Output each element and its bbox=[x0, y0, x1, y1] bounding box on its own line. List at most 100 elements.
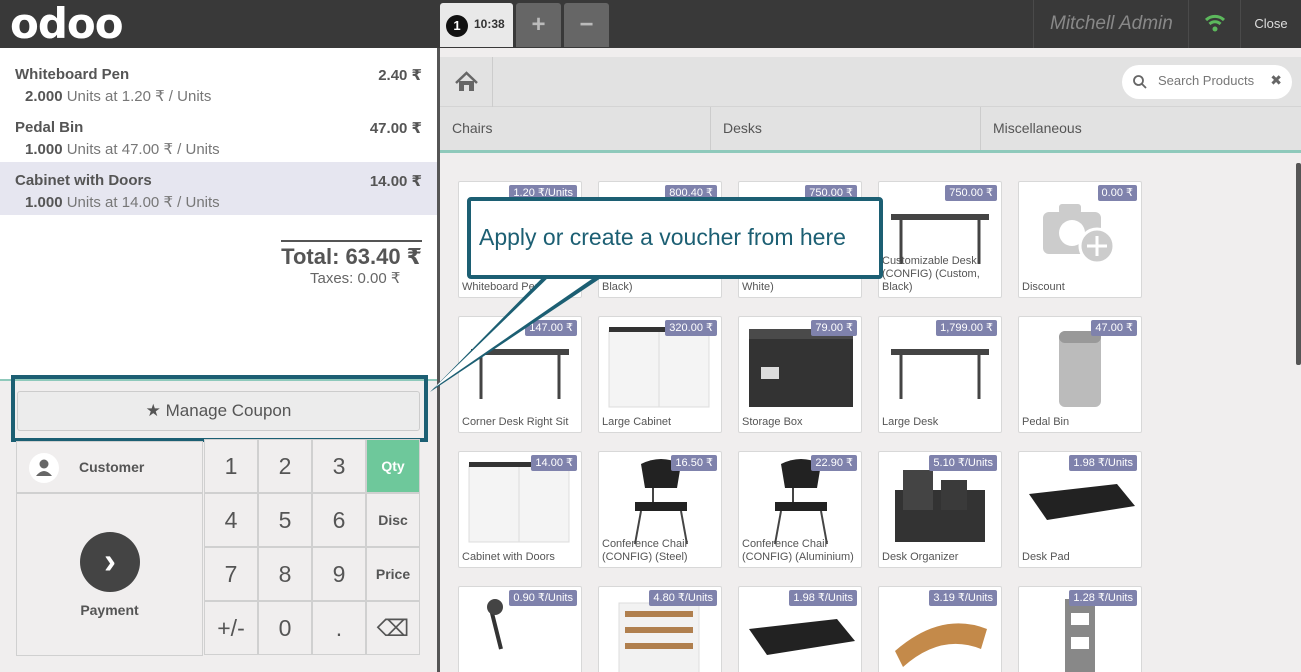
product-price: 1.98 ₹/Units bbox=[789, 590, 857, 606]
order-line-info: 1.000 Units at 47.00 ₹ / Units bbox=[25, 141, 220, 158]
clear-search-icon[interactable]: ✖ bbox=[1270, 72, 1282, 89]
add-order-button[interactable]: + bbox=[516, 3, 561, 47]
product-card[interactable]: 0.00 ₹ Discount bbox=[1018, 181, 1142, 298]
product-price: 0.90 ₹/Units bbox=[509, 590, 577, 606]
product-price: 14.00 ₹ bbox=[531, 455, 577, 471]
order-line-name: Pedal Bin bbox=[15, 119, 84, 136]
product-card[interactable]: 1,799.00 ₹ Large Desk bbox=[878, 316, 1002, 433]
key-4[interactable]: 4 bbox=[204, 493, 258, 547]
product-price: 0.00 ₹ bbox=[1097, 185, 1137, 201]
order-total: Total: 63.40 ₹ bbox=[281, 240, 422, 270]
chevron-right-icon: › bbox=[80, 532, 140, 592]
customer-button[interactable]: Customer bbox=[16, 441, 203, 493]
product-name: Large Desk bbox=[882, 416, 939, 428]
user-icon bbox=[29, 453, 59, 483]
product-name: Desk Organizer bbox=[882, 551, 959, 563]
product-card[interactable]: 79.00 ₹ Storage Box bbox=[738, 316, 862, 433]
key-plus-minus[interactable]: +/- bbox=[204, 601, 258, 655]
product-name: Discount bbox=[1022, 281, 1065, 293]
product-price: 147.00 ₹ bbox=[525, 320, 577, 336]
remove-order-button[interactable]: − bbox=[564, 3, 609, 47]
order-taxes: Taxes: 0.00 ₹ bbox=[310, 270, 401, 287]
product-price: 4.80 ₹/Units bbox=[649, 590, 717, 606]
product-price: 5.10 ₹/Units bbox=[929, 455, 997, 471]
wifi-icon bbox=[1188, 0, 1240, 48]
order-line-info: 1.000 Units at 14.00 ₹ / Units bbox=[25, 194, 220, 211]
key-8[interactable]: 8 bbox=[258, 547, 312, 601]
category-chairs[interactable]: Chairs bbox=[440, 107, 711, 150]
scrollbar[interactable] bbox=[1296, 163, 1301, 365]
order-time: 10:38 bbox=[474, 17, 505, 31]
product-card[interactable]: 147.00 ₹ Corner Desk Right Sit bbox=[458, 316, 582, 433]
product-name: Storage Box bbox=[742, 416, 803, 428]
product-card[interactable]: 16.50 ₹ Conference Chair (CONFIG) (Steel) bbox=[598, 451, 722, 568]
order-line-selected[interactable]: Cabinet with Doors 14.00 ₹ 1.000 Units a… bbox=[0, 162, 437, 215]
product-card[interactable]: 1.28 ₹/Units bbox=[1018, 586, 1142, 672]
search-input[interactable] bbox=[1158, 73, 1268, 88]
category-miscellaneous[interactable]: Miscellaneous bbox=[981, 107, 1301, 150]
user-name[interactable]: Mitchell Admin bbox=[1033, 0, 1188, 48]
product-card[interactable]: 1.98 ₹/Units bbox=[738, 586, 862, 672]
payment-label: Payment bbox=[80, 602, 139, 618]
product-card[interactable]: 5.10 ₹/Units Desk Organizer bbox=[878, 451, 1002, 568]
search-icon bbox=[1133, 75, 1147, 89]
product-card[interactable]: 0.90 ₹/Units bbox=[458, 586, 582, 672]
product-price: 3.19 ₹/Units bbox=[929, 590, 997, 606]
order-line-info: 2.000 Units at 1.20 ₹ / Units bbox=[25, 88, 212, 105]
category-bar: Chairs Desks Miscellaneous bbox=[440, 107, 1301, 150]
product-card[interactable]: 750.00 ₹ Customizable Desk (CONFIG) (Cust… bbox=[878, 181, 1002, 298]
product-card[interactable]: 4.80 ₹/Units bbox=[598, 586, 722, 672]
backspace-button[interactable]: ⌫ bbox=[366, 601, 420, 655]
product-name: Whiteboard Pen bbox=[462, 281, 541, 293]
qty-mode-button[interactable]: Qty bbox=[366, 439, 420, 493]
product-name: Conference Chair (CONFIG) (Steel) bbox=[602, 538, 689, 563]
tooltip-text: Apply or create a voucher from here bbox=[479, 224, 846, 250]
product-price: 79.00 ₹ bbox=[811, 320, 857, 336]
order-line-price: 14.00 ₹ bbox=[369, 173, 422, 190]
product-name: White) bbox=[742, 281, 774, 293]
product-price: 16.50 ₹ bbox=[671, 455, 717, 471]
product-card[interactable]: 3.19 ₹/Units bbox=[878, 586, 1002, 672]
product-card[interactable]: 22.90 ₹ Conference Chair (CONFIG) (Alumin… bbox=[738, 451, 862, 568]
key-2[interactable]: 2 bbox=[258, 439, 312, 493]
key-9[interactable]: 9 bbox=[312, 547, 366, 601]
product-price: 320.00 ₹ bbox=[665, 320, 717, 336]
product-price: 1,799.00 ₹ bbox=[936, 320, 997, 336]
key-3[interactable]: 3 bbox=[312, 439, 366, 493]
product-card[interactable]: 320.00 ₹ Large Cabinet bbox=[598, 316, 722, 433]
discount-mode-button[interactable]: Disc bbox=[366, 493, 420, 547]
key-7[interactable]: 7 bbox=[204, 547, 258, 601]
order-tab[interactable]: 1 10:38 bbox=[440, 3, 513, 47]
key-6[interactable]: 6 bbox=[312, 493, 366, 547]
key-1[interactable]: 1 bbox=[204, 439, 258, 493]
key-decimal[interactable]: . bbox=[312, 601, 366, 655]
order-line[interactable]: Whiteboard Pen 2.40 ₹ 2.000 Units at 1.2… bbox=[0, 56, 437, 109]
order-line-name: Cabinet with Doors bbox=[15, 172, 152, 189]
product-card[interactable]: 47.00 ₹ Pedal Bin bbox=[1018, 316, 1142, 433]
breadcrumb-bar: ✖ bbox=[440, 57, 1301, 107]
product-card[interactable]: 1.98 ₹/Units Desk Pad bbox=[1018, 451, 1142, 568]
key-0[interactable]: 0 bbox=[258, 601, 312, 655]
category-desks[interactable]: Desks bbox=[711, 107, 981, 150]
product-price: 1.28 ₹/Units bbox=[1069, 590, 1137, 606]
order-line-name: Whiteboard Pen bbox=[15, 66, 130, 83]
price-mode-button[interactable]: Price bbox=[366, 547, 420, 601]
payment-button[interactable]: › Payment bbox=[16, 493, 203, 656]
product-card[interactable]: 14.00 ₹ Cabinet with Doors bbox=[458, 451, 582, 568]
order-number: 1 bbox=[446, 15, 468, 37]
close-button[interactable]: Close bbox=[1240, 0, 1301, 48]
product-price: 47.00 ₹ bbox=[1091, 320, 1137, 336]
search-box: ✖ bbox=[1122, 65, 1292, 99]
home-button[interactable] bbox=[440, 57, 493, 107]
order-line-price: 2.40 ₹ bbox=[378, 67, 422, 84]
product-price: 750.00 ₹ bbox=[945, 185, 997, 201]
home-icon bbox=[455, 71, 478, 91]
product-name: Conference Chair (CONFIG) (Aluminium) bbox=[742, 538, 854, 563]
top-bar: odoo 1 10:38 + − Mitchell Admin Close bbox=[0, 0, 1301, 48]
coupon-highlight-frame bbox=[11, 375, 428, 442]
odoo-logo: odoo bbox=[10, 0, 124, 48]
order-line[interactable]: Pedal Bin 47.00 ₹ 1.000 Units at 47.00 ₹… bbox=[0, 109, 437, 162]
key-5[interactable]: 5 bbox=[258, 493, 312, 547]
product-name: Corner Desk Right Sit bbox=[462, 416, 569, 428]
product-name: Large Cabinet bbox=[602, 416, 672, 428]
